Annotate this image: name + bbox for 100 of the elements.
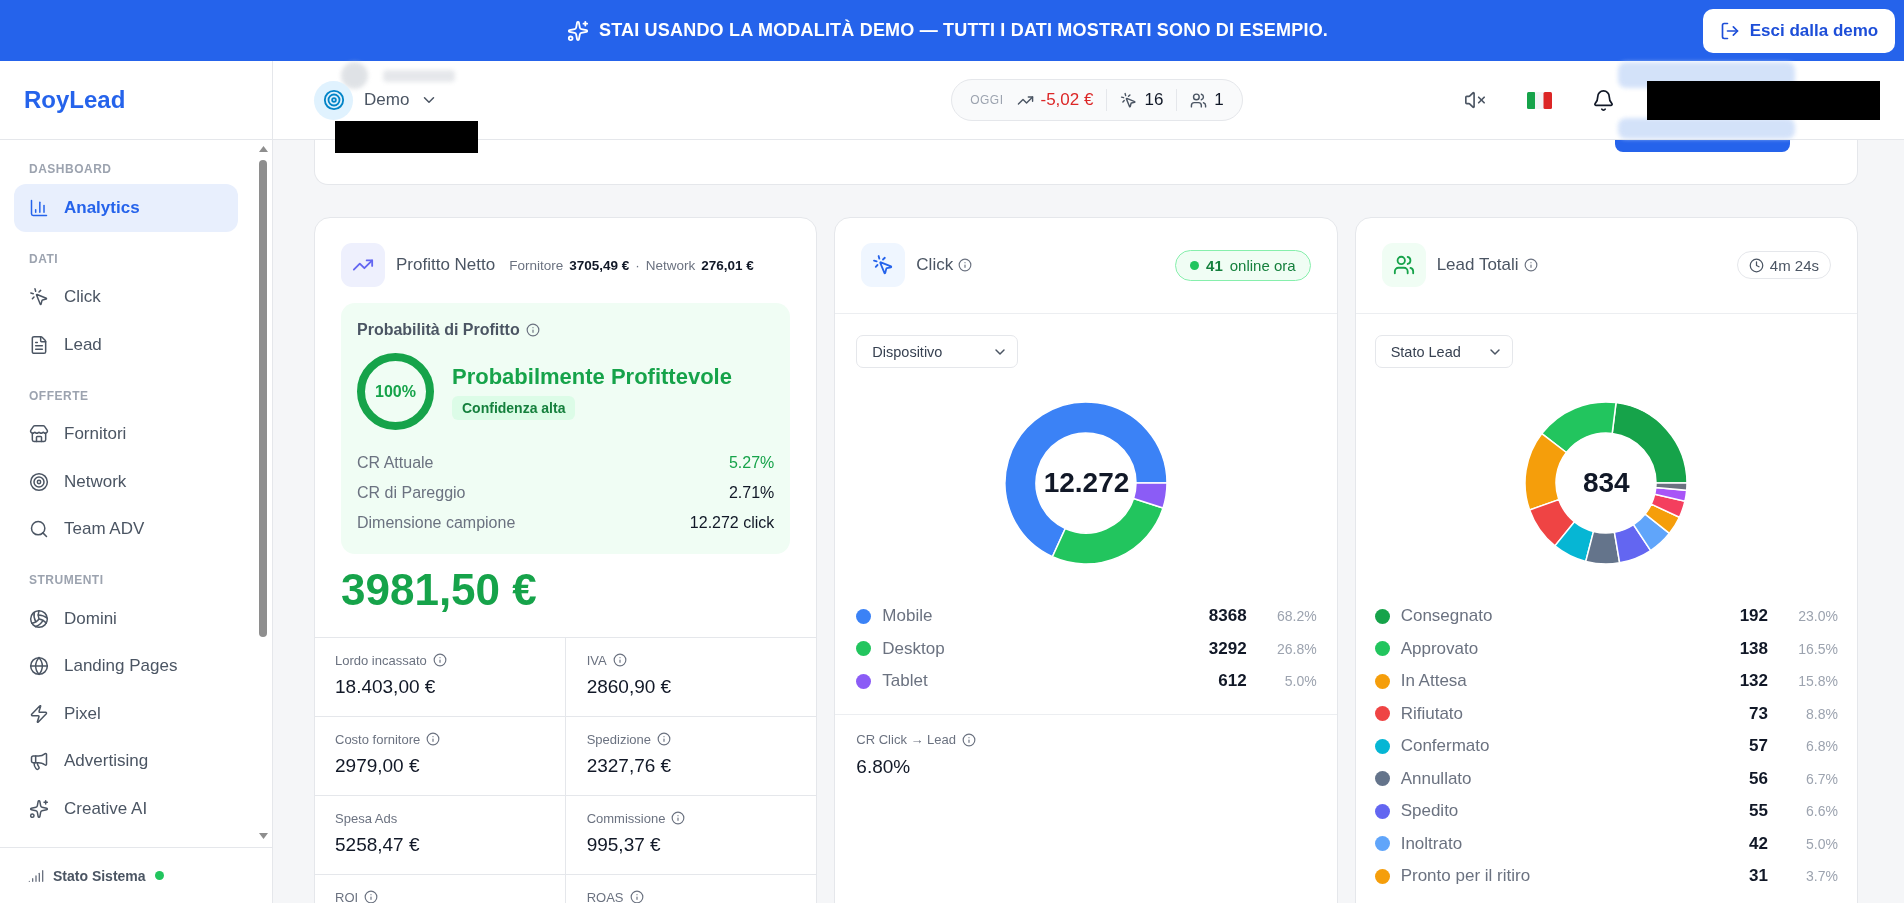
legend-label: Pronto per il ritiro — [1400, 866, 1531, 887]
legend-count: 192 — [1739, 606, 1768, 627]
metric-label: Spesa Ads — [335, 810, 398, 826]
speaker-muted-icon[interactable] — [1464, 89, 1486, 111]
separator-dot: · — [635, 257, 640, 273]
nav-item[interactable]: Team ADV — [14, 505, 238, 553]
stat-label: CR di Pareggio — [357, 484, 466, 502]
confidence-level: Confidenza alta — [452, 395, 576, 420]
blurred-text — [383, 70, 455, 82]
legend-share: 6.7% — [1806, 770, 1838, 787]
search-icon — [29, 519, 49, 540]
exit-demo-button[interactable]: Esci dalla demo — [1703, 8, 1895, 53]
donut-slice — [1585, 530, 1621, 565]
users-icon — [1381, 243, 1426, 287]
legend-share: 68.2% — [1276, 608, 1317, 625]
legend-count: 55 — [1749, 801, 1768, 822]
section-heading: STRUMENTI — [28, 572, 104, 589]
bell-icon[interactable] — [1591, 88, 1615, 112]
legend-label: Consegnato — [1400, 606, 1493, 627]
device-select[interactable]: Dispositivo — [856, 335, 1019, 368]
metric-value: 2860,90 € — [586, 676, 672, 698]
legend-count: 42 — [1749, 833, 1768, 854]
legend-share: 5.0% — [1806, 835, 1838, 852]
probability-percent: 100% — [375, 382, 416, 401]
globe-icon — [29, 656, 49, 677]
legend-share: 8.8% — [1806, 705, 1838, 722]
scroll-down-icon[interactable] — [258, 833, 268, 839]
today-clicks: 16 — [1144, 90, 1164, 110]
nav-item[interactable]: Creative AI — [14, 785, 238, 833]
today-profit: -5,02 € — [1040, 90, 1094, 110]
legend-label: Confermato — [1400, 736, 1490, 757]
legend-share: 6.8% — [1806, 738, 1838, 755]
ball-icon — [29, 608, 49, 629]
metric-label: CR Click → Lead — [856, 732, 957, 747]
online-dot — [1190, 260, 1200, 270]
metric-value: 2979,00 € — [335, 755, 420, 777]
legend-label: Desktop — [882, 638, 945, 659]
logout-icon — [1719, 20, 1740, 41]
legend-label: Tablet — [882, 671, 928, 692]
nav-item[interactable]: Fornitori — [14, 410, 238, 458]
info-icon — [1523, 258, 1538, 272]
donut-slice — [1614, 523, 1652, 564]
nav-item[interactable]: Lead — [14, 321, 238, 369]
info-icon — [525, 323, 540, 337]
metric-value: 2327,76 € — [586, 755, 672, 777]
nav-item[interactable]: Analytics — [14, 184, 238, 232]
metric-value: 995,37 € — [586, 834, 661, 856]
card-title: Lead Totali — [1436, 255, 1519, 275]
timer-text: 4m 24s — [1769, 256, 1819, 274]
metric-label: Commissione — [586, 810, 666, 826]
logo-text: RoyLead — [24, 86, 126, 114]
users-icon — [1190, 91, 1208, 109]
stat-value: 2.71% — [728, 484, 775, 502]
scroll-up-icon[interactable] — [258, 146, 268, 152]
metric-label: Spedizione — [586, 731, 651, 747]
trend-up-icon — [341, 243, 385, 287]
blurred-avatar — [341, 62, 368, 89]
legend-label: Mobile — [882, 606, 933, 627]
today-users: 1 — [1214, 90, 1224, 110]
metric-label: ROAS — [586, 889, 624, 903]
metric-value: 6.80% — [856, 755, 911, 778]
net-profit-value: 3981,50 € — [341, 564, 537, 616]
section-heading: OFFERTE — [28, 387, 89, 405]
legend-label: Spedito — [1400, 801, 1459, 822]
bar-chart-icon — [29, 197, 49, 218]
stat-label: Dimensione campione — [357, 514, 516, 532]
pointer-click-icon — [1120, 91, 1138, 109]
stat-value: 12.272 click — [689, 514, 775, 532]
nav-item[interactable]: Domini — [14, 595, 238, 643]
info-icon — [958, 258, 973, 272]
workspace-select[interactable]: Demo — [314, 80, 439, 120]
metric-label: IVA — [586, 652, 607, 668]
nav-item[interactable]: Pixel — [14, 690, 238, 738]
legend-label: Approvato — [1400, 638, 1479, 659]
supplier-value: 3705,49 € — [569, 257, 630, 273]
nav-item[interactable]: Click — [14, 273, 238, 321]
system-status-label: Stato Sistema — [53, 867, 146, 884]
nav-item[interactable]: Landing Pages — [14, 642, 238, 690]
info-icon — [962, 732, 977, 747]
nav-item[interactable]: Network — [14, 458, 238, 506]
lightning-icon — [29, 703, 49, 724]
target-icon — [314, 80, 353, 120]
verdict-text: Probabilmente Profittevole — [452, 363, 732, 390]
stat-label: CR Attuale — [357, 454, 434, 472]
nav-item[interactable]: Advertising — [14, 737, 238, 785]
metric-label: Lordo incassato — [335, 652, 427, 668]
legend-share: 6.6% — [1806, 803, 1838, 820]
metric-value: 5258,47 € — [335, 834, 420, 856]
donut-slice — [1554, 521, 1595, 563]
legend-share: 15.8% — [1798, 673, 1838, 690]
supplier-label: Fornitore — [509, 257, 564, 273]
flag-icon[interactable] — [1526, 91, 1552, 109]
scrollbar-thumb[interactable] — [259, 160, 267, 637]
demo-notice: STAI USANDO LA MODALITÀ DEMO — TUTTI I DATI MOSTRATI SONO DI ESEMPIO. — [598, 20, 1329, 41]
document-icon — [29, 334, 49, 355]
legend-count: 8368 — [1208, 606, 1247, 627]
status-select[interactable]: Stato Lead — [1374, 335, 1513, 368]
metric-label: ROI — [335, 889, 359, 903]
target-icon — [29, 471, 49, 492]
legend-label: In Attesa — [1400, 671, 1467, 692]
